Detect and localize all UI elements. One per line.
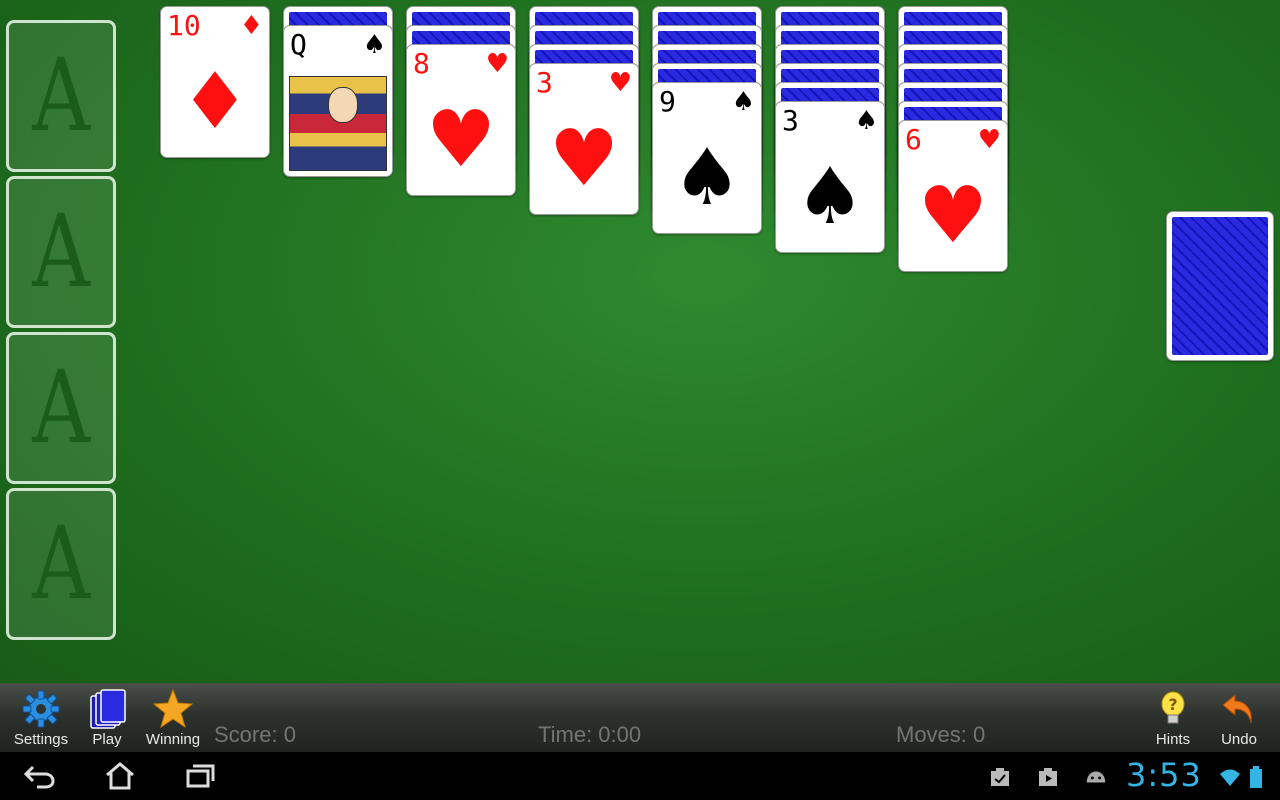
home-icon (106, 762, 134, 790)
system-navigation-bar: 3:53 (0, 752, 1280, 800)
face-up-card[interactable]: 9 ♠ ♠ (652, 82, 762, 234)
winning-label: Winning (145, 731, 201, 748)
task-checklist-icon (988, 766, 1012, 788)
foundation-placeholder-label: A (32, 505, 90, 622)
foundation-placeholder-label: A (32, 37, 90, 154)
play-store-icon (1036, 766, 1060, 788)
hints-button[interactable]: ? Hints (1138, 687, 1208, 751)
face-up-card[interactable]: 3 ♥ ♥ (529, 63, 639, 215)
foundation-placeholder-label: A (32, 193, 90, 310)
hints-label: Hints (1155, 731, 1191, 748)
home-button[interactable] (100, 760, 140, 792)
gear-icon (6, 687, 76, 731)
back-arrow-icon (23, 765, 55, 789)
play-label: Play (92, 731, 122, 748)
lightbulb-icon: ? (1138, 687, 1208, 731)
card-center-suit-icon: ♠ (795, 152, 865, 242)
back-button[interactable] (20, 760, 60, 792)
card-suit-icon: ♠ (854, 106, 878, 136)
status-clock: 3:53 (1126, 756, 1202, 794)
winning-button[interactable]: Winning (138, 687, 208, 751)
settings-button[interactable]: Settings (6, 687, 76, 751)
card-center-suit-icon: ♥ (918, 171, 988, 261)
card-suit-icon: ♦ (239, 11, 263, 41)
card-rank: 3 (782, 104, 799, 137)
card-rank: 10 (167, 9, 201, 42)
face-up-card[interactable]: 3 ♠ ♠ (775, 101, 885, 253)
card-center-suit-icon: ♥ (426, 95, 496, 185)
card-rank: 8 (413, 47, 430, 80)
undo-button[interactable]: Undo (1204, 687, 1274, 751)
moves-display: Moves: 0 (896, 722, 986, 747)
card-suit-icon: ♠ (731, 87, 755, 117)
battery-icon (1244, 766, 1268, 788)
card-rank: 3 (536, 66, 553, 99)
foundation-placeholder-label: A (32, 349, 90, 466)
face-up-card[interactable]: Q ♠ (283, 25, 393, 177)
time-display: Time: 0:00 (538, 722, 642, 747)
undo-arrow-icon (1204, 687, 1274, 731)
star-icon (138, 687, 208, 731)
foundation-slot-1[interactable]: A (6, 20, 116, 172)
card-center-suit-icon: ♦ (180, 57, 250, 147)
recent-apps-button[interactable] (180, 760, 220, 792)
play-button[interactable]: Play (72, 687, 142, 751)
android-debug-icon (1084, 766, 1108, 788)
face-up-card[interactable]: 10 ♦ ♦ (160, 6, 270, 158)
settings-label: Settings (13, 731, 69, 748)
card-rank: 9 (659, 85, 676, 118)
card-suit-icon: ♥ (485, 49, 509, 79)
foundation-slot-4[interactable]: A (6, 488, 116, 640)
card-center-suit-icon: ♠ (672, 133, 742, 223)
recent-apps-icon (186, 764, 215, 788)
card-center-suit-icon: ♥ (549, 114, 619, 204)
wifi-icon (1218, 766, 1242, 788)
foundation-slot-3[interactable]: A (6, 332, 116, 484)
card-rank: 6 (905, 123, 922, 156)
game-table: A A A A 10 ♦ ♦ Q ♠ 8 ♥ ♥ 3 ♥ ♥ 9 ♠ ♠ 3 ♠… (0, 0, 1280, 683)
queen-face-illustration (289, 76, 387, 171)
queen-portrait-icon (328, 87, 358, 123)
face-up-card[interactable]: 8 ♥ ♥ (406, 44, 516, 196)
card-deck-icon (72, 687, 142, 731)
card-rank: Q (290, 28, 307, 61)
card-suit-icon: ♠ (362, 30, 386, 60)
card-suit-icon: ♥ (608, 68, 632, 98)
card-suit-icon: ♥ (977, 125, 1001, 155)
face-up-card[interactable]: 6 ♥ ♥ (898, 120, 1008, 272)
undo-label: Undo (1221, 731, 1257, 748)
stock-pile[interactable] (1166, 211, 1274, 361)
score-display: Score: 0 (214, 722, 296, 747)
svg-text:?: ? (1168, 695, 1177, 714)
foundation-slot-2[interactable]: A (6, 176, 116, 328)
